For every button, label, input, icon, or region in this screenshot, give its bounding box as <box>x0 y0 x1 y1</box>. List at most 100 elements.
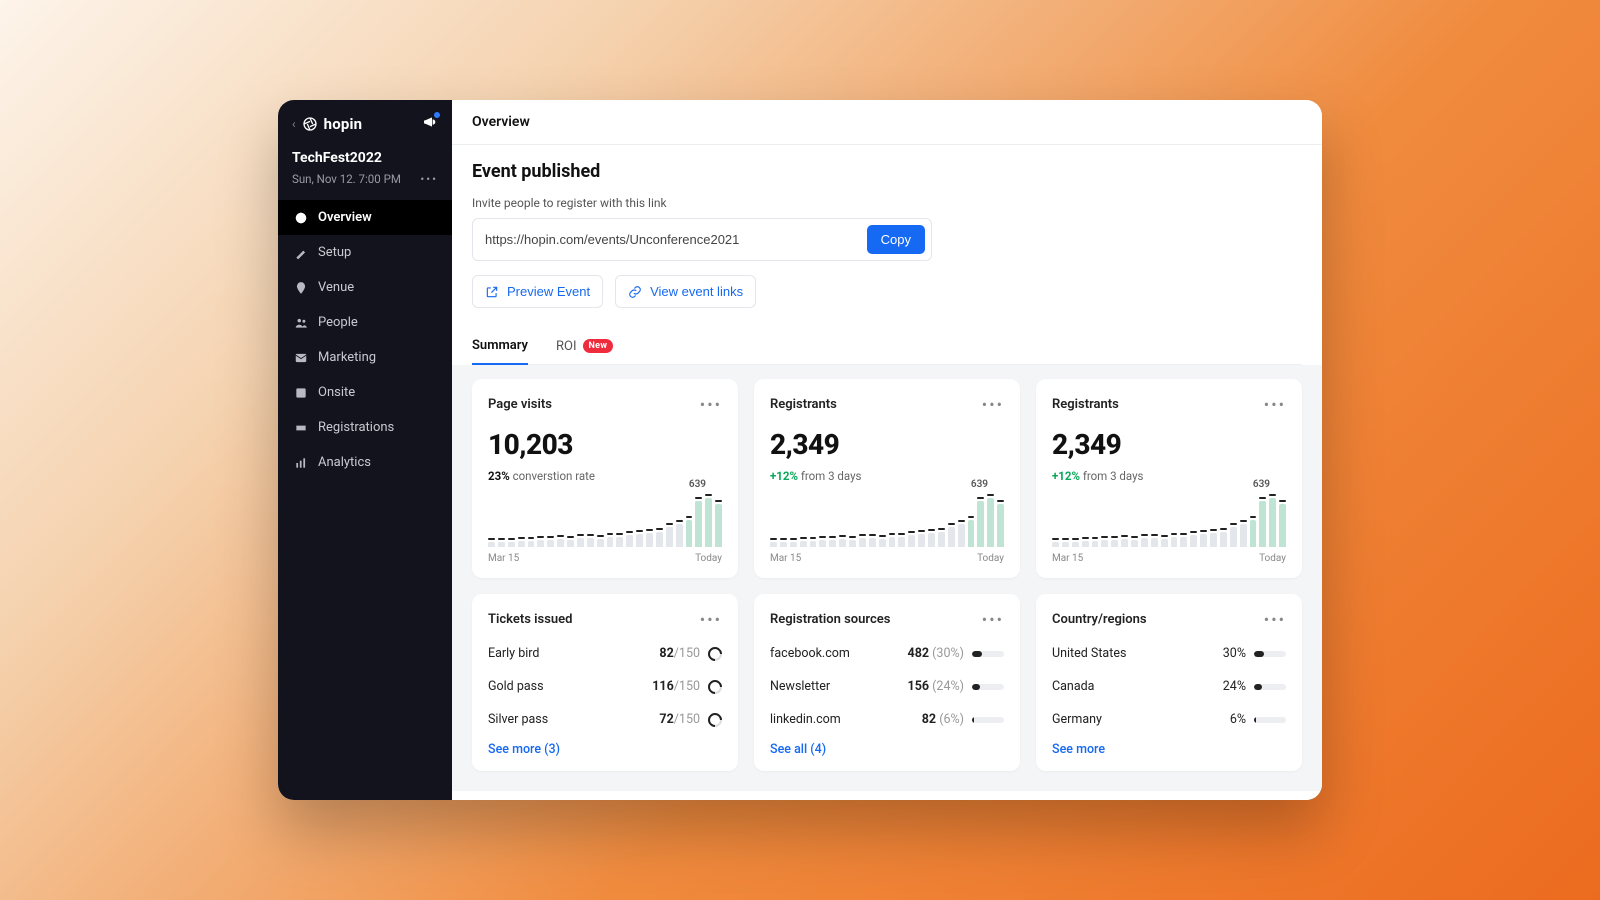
chart-bar <box>1052 542 1059 547</box>
chart-bar <box>508 542 515 547</box>
invite-link-input[interactable] <box>485 232 867 247</box>
tab-roi-label: ROI <box>556 339 577 354</box>
card-regions: Country/regions ••• United States30%Cana… <box>1036 594 1302 771</box>
chart-bar <box>528 541 535 547</box>
metric-sub: from 3 days <box>1083 469 1144 483</box>
chart-bar <box>498 542 505 547</box>
chevron-left-icon[interactable]: ‹ <box>292 117 296 131</box>
sidebar-item-overview[interactable]: Overview <box>278 200 452 235</box>
see-more-link[interactable]: See all (4) <box>770 742 1004 757</box>
card-title: Registrants <box>770 397 837 412</box>
brand[interactable]: ‹ hopin <box>292 115 362 133</box>
chart-bar <box>918 534 925 547</box>
chart-bar <box>636 534 643 547</box>
chart-bar <box>1230 527 1237 547</box>
sidebar-item-people[interactable]: People <box>278 305 452 340</box>
sidebar-item-marketing[interactable]: Marketing <box>278 340 452 375</box>
card-menu-button[interactable]: ••• <box>700 395 722 414</box>
sidebar-nav: Overview Setup Venue People Marketing On… <box>278 200 452 480</box>
chart-bar <box>1101 540 1108 547</box>
chart-bar <box>938 532 945 547</box>
axis-start: Mar 15 <box>1052 553 1083 564</box>
sidebar-item-onsite[interactable]: Onsite <box>278 375 452 410</box>
wand-icon <box>294 246 308 260</box>
chart-bar <box>849 540 856 547</box>
card-menu-button[interactable]: ••• <box>700 610 722 629</box>
copy-button[interactable]: Copy <box>867 225 925 254</box>
progress-bar-icon <box>972 684 1004 690</box>
chart-bar <box>488 542 495 547</box>
metric-value: 2,349 <box>770 428 1004 461</box>
see-more-link[interactable]: See more (3) <box>488 742 722 757</box>
card-menu-button[interactable]: ••• <box>1264 395 1286 414</box>
list-item: facebook.com482 (30%) <box>770 637 1004 670</box>
chart-bar <box>1062 542 1069 547</box>
chart-bar <box>977 501 984 547</box>
card-menu-button[interactable]: ••• <box>982 610 1004 629</box>
peak-label: 639 <box>971 479 988 490</box>
mini-chart: 639 Mar 15Today <box>770 493 1004 564</box>
list-item: Silver pass72/150 <box>488 703 722 736</box>
card-menu-button[interactable]: ••• <box>1264 610 1286 629</box>
chart-bar <box>829 540 836 547</box>
chart-bar <box>1161 539 1168 547</box>
chart-bar <box>1151 538 1158 547</box>
chart-bar <box>859 538 866 547</box>
sidebar-item-label: Marketing <box>318 350 376 365</box>
sidebar-item-analytics[interactable]: Analytics <box>278 445 452 480</box>
event-date: Sun, Nov 12. 7:00 PM <box>292 172 401 186</box>
chart-bar <box>607 537 614 547</box>
preview-event-button[interactable]: Preview Event <box>472 275 603 308</box>
metric-pct: +12% <box>770 469 798 483</box>
list-item: linkedin.com82 (6%) <box>770 703 1004 736</box>
chart-bar <box>997 504 1004 547</box>
sidebar-item-setup[interactable]: Setup <box>278 235 452 270</box>
tab-summary[interactable]: Summary <box>472 330 528 365</box>
progress-ring-icon <box>705 677 725 697</box>
people-icon <box>294 316 308 330</box>
chart-bar <box>1200 534 1207 547</box>
sidebar-item-venue[interactable]: Venue <box>278 270 452 305</box>
metric-sub: from 3 days <box>801 469 862 483</box>
sidebar-item-label: Venue <box>318 280 354 295</box>
sidebar-item-label: People <box>318 315 358 330</box>
chart-bar <box>577 538 584 547</box>
card-title: Page visits <box>488 397 552 412</box>
invite-link-row: Copy <box>472 218 932 261</box>
external-link-icon <box>485 285 499 299</box>
chart-bar <box>1190 535 1197 547</box>
card-title: Registrants <box>1052 397 1119 412</box>
chart-bar <box>705 498 712 547</box>
chart-bar <box>1082 541 1089 547</box>
chart-bar <box>1180 537 1187 547</box>
tab-roi[interactable]: ROI New <box>556 330 613 364</box>
invite-label: Invite people to register with this link <box>472 196 1302 210</box>
axis-start: Mar 15 <box>770 553 801 564</box>
new-badge: New <box>583 339 614 353</box>
chart-bar <box>518 541 525 547</box>
sidebar: ‹ hopin TechFest2022 Sun, Nov 12. 7:00 P… <box>278 100 452 800</box>
metric-subline: +12% from 3 days <box>770 469 1004 483</box>
link-icon <box>628 285 642 299</box>
metric-subline: +12% from 3 days <box>1052 469 1286 483</box>
envelope-icon <box>294 351 308 365</box>
announcements-button[interactable] <box>422 114 438 134</box>
notification-dot-icon <box>434 112 440 118</box>
chart-bar <box>686 520 693 547</box>
progress-ring-icon <box>705 644 725 664</box>
sidebar-item-label: Registrations <box>318 420 394 435</box>
view-event-links-button[interactable]: View event links <box>615 275 756 308</box>
card-registrants: Registrants ••• 2,349 +12% from 3 days 6… <box>1036 379 1302 578</box>
list-item: Germany6% <box>1052 703 1286 736</box>
chart-bar <box>597 539 604 547</box>
chart-bar <box>626 535 633 547</box>
chart-bar <box>898 537 905 547</box>
sidebar-item-label: Analytics <box>318 455 371 470</box>
chart-bar <box>800 541 807 547</box>
see-more-link[interactable]: See more <box>1052 742 1286 757</box>
sidebar-item-registrations[interactable]: Registrations <box>278 410 452 445</box>
event-menu-button[interactable]: ••• <box>420 172 438 186</box>
card-menu-button[interactable]: ••• <box>982 395 1004 414</box>
mini-chart: 639 Mar 15Today <box>488 493 722 564</box>
chart-bar <box>780 542 787 547</box>
